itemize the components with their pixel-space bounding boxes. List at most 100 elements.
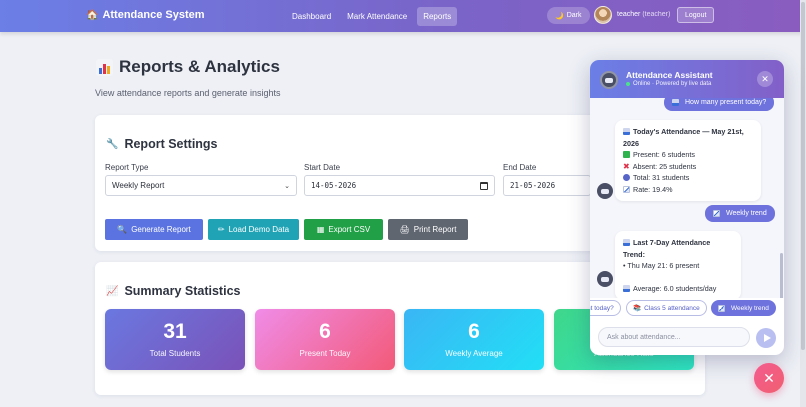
chat-status: Online · Powered by live data: [626, 81, 711, 87]
suggestion-chip-class-5[interactable]: 📚 Class 5 attendance: [626, 300, 707, 316]
scrollbar-thumb[interactable]: [801, 2, 805, 350]
top-navbar: 🏠 Attendance System Dashboard Mark Atten…: [0, 0, 806, 32]
user-role: (teacher): [642, 11, 671, 18]
load-demo-data-label: Load Demo Data: [228, 225, 290, 234]
stat-weekly-average: 6 Weekly Average: [404, 309, 544, 370]
quick-suggestions: nt today? 📚 Class 5 attendance Weekly tr…: [590, 298, 784, 320]
report-type-label: Report Type: [105, 163, 149, 172]
moon-icon: 🌙: [555, 12, 564, 20]
calendar-icon[interactable]: [480, 181, 488, 190]
bot-message-title: Today's Attendance — May 21st, 2026: [623, 127, 744, 148]
user-message-text: How many present today?: [685, 99, 767, 106]
export-csv-button[interactable]: ▦ Export CSV: [304, 219, 383, 240]
report-type-value: Weekly Report: [112, 181, 165, 190]
end-date-input[interactable]: 21-05-2026: [503, 175, 591, 196]
logout-button[interactable]: Logout: [677, 7, 715, 23]
report-settings-title-text: Report Settings: [124, 137, 218, 151]
chart-icon: [623, 284, 630, 292]
bot-message: Last 7-Day Attendance Trend: • Thu May 2…: [615, 231, 741, 298]
stat-label: Weekly Average: [445, 349, 503, 358]
printer-icon: 🖨: [399, 225, 410, 234]
page-scrollbar[interactable]: [800, 0, 806, 407]
start-date-value: 14-05-2026: [311, 181, 357, 190]
load-demo-data-button[interactable]: ✏ Load Demo Data: [208, 219, 299, 240]
bot-avatar-icon: [597, 183, 613, 199]
suggestion-chip[interactable]: nt today?: [590, 300, 621, 316]
total-line: Total: 31 students: [633, 173, 690, 182]
bot-avatar-icon: [597, 271, 613, 287]
absent-line: Absent: 25 students: [632, 161, 697, 171]
brand[interactable]: 🏠 Attendance System: [86, 9, 205, 21]
stat-present-today: 6 Present Today: [255, 309, 395, 370]
home-icon: 🏠: [86, 9, 99, 21]
average-line: Average: 6.0 students/day: [633, 283, 717, 293]
trend-icon: [718, 304, 725, 312]
dark-mode-label: Dark: [566, 12, 582, 19]
chart-icon: [623, 128, 630, 135]
bot-message-title: Last 7-Day Attendance Trend:: [623, 238, 711, 259]
chat-messages[interactable]: How many present today? Today's Attendan…: [590, 98, 784, 298]
stat-label: Present Today: [299, 349, 351, 358]
chat-header: Attendance Assistant Online · Powered by…: [590, 60, 784, 98]
bot-avatar-icon: [600, 71, 618, 89]
stat-label: Total Students: [149, 349, 201, 358]
nav-reports[interactable]: Reports: [417, 7, 458, 26]
page-title-text: Reports & Analytics: [119, 57, 280, 76]
user-message-text: Weekly trend: [726, 210, 767, 217]
trend-icon: [713, 210, 720, 217]
avatar[interactable]: [594, 6, 612, 24]
brand-title: Attendance System: [102, 9, 205, 21]
trend-line: • Thu May 21: 6 present: [623, 261, 700, 270]
suggestion-chip-label: Class 5 attendance: [644, 304, 700, 312]
trend-chart-icon: 📈: [106, 285, 119, 297]
nav-dashboard[interactable]: Dashboard: [286, 7, 337, 26]
report-type-select[interactable]: Weekly Report ⌄: [105, 175, 297, 196]
nav-links: Dashboard Mark Attendance Reports: [286, 7, 458, 26]
stat-value: 31: [163, 320, 187, 343]
bar-chart-icon: [96, 58, 113, 76]
close-icon[interactable]: ✕: [757, 71, 773, 87]
user-message: Weekly trend: [705, 205, 775, 222]
close-chat-fab-icon[interactable]: ✕: [754, 363, 784, 393]
stat-value: 6: [319, 320, 331, 343]
stat-total-students: 31 Total Students: [105, 309, 245, 370]
online-dot-icon: [626, 82, 630, 86]
page-subtitle: View attendance reports and generate ins…: [95, 88, 281, 98]
chat-scrollbar[interactable]: [780, 253, 783, 298]
chat-widget: Attendance Assistant Online · Powered by…: [590, 60, 784, 355]
chat-status-text: Online · Powered by live data: [633, 81, 712, 87]
chart-icon: [672, 99, 679, 106]
check-icon: [623, 151, 630, 158]
dark-mode-toggle[interactable]: 🌙 Dark: [547, 7, 590, 24]
print-report-button[interactable]: 🖨 Print Report: [388, 219, 468, 240]
books-icon: 📚: [633, 305, 642, 312]
report-settings-title: 🔧 Report Settings: [106, 137, 218, 151]
page-title: Reports & Analytics: [96, 57, 280, 77]
end-date-value: 21-05-2026: [510, 181, 556, 190]
search-icon: 🔍: [117, 225, 128, 234]
user-message: How many present today?: [664, 98, 775, 111]
summary-statistics-title: 📈 Summary Statistics: [106, 284, 240, 298]
export-csv-label: Export CSV: [328, 225, 371, 234]
user-label: teacher (teacher): [617, 11, 670, 18]
wrench-icon: 🔧: [106, 138, 119, 150]
start-date-label: Start Date: [304, 163, 341, 172]
trend-icon: [623, 185, 630, 193]
generate-report-label: Generate Report: [131, 225, 191, 234]
nav-mark-attendance[interactable]: Mark Attendance: [341, 7, 413, 26]
chat-input[interactable]: Ask about attendance...: [598, 327, 750, 347]
rate-line: Rate: 19.4%: [633, 184, 673, 194]
suggestion-chip-label: Weekly trend: [731, 304, 769, 312]
chart-icon: [623, 239, 630, 246]
cross-icon: ✖: [623, 161, 630, 171]
user-name: teacher: [617, 11, 641, 18]
suggestion-chip-weekly-trend[interactable]: Weekly trend: [711, 300, 776, 316]
start-date-input[interactable]: 14-05-2026: [304, 175, 495, 196]
pencil-icon: ✏: [217, 225, 225, 234]
chart-icon: ▦: [316, 225, 325, 234]
people-icon: [623, 174, 630, 181]
generate-report-button[interactable]: 🔍 Generate Report: [105, 219, 203, 240]
send-icon[interactable]: [756, 328, 776, 348]
stat-value: 6: [468, 320, 480, 343]
